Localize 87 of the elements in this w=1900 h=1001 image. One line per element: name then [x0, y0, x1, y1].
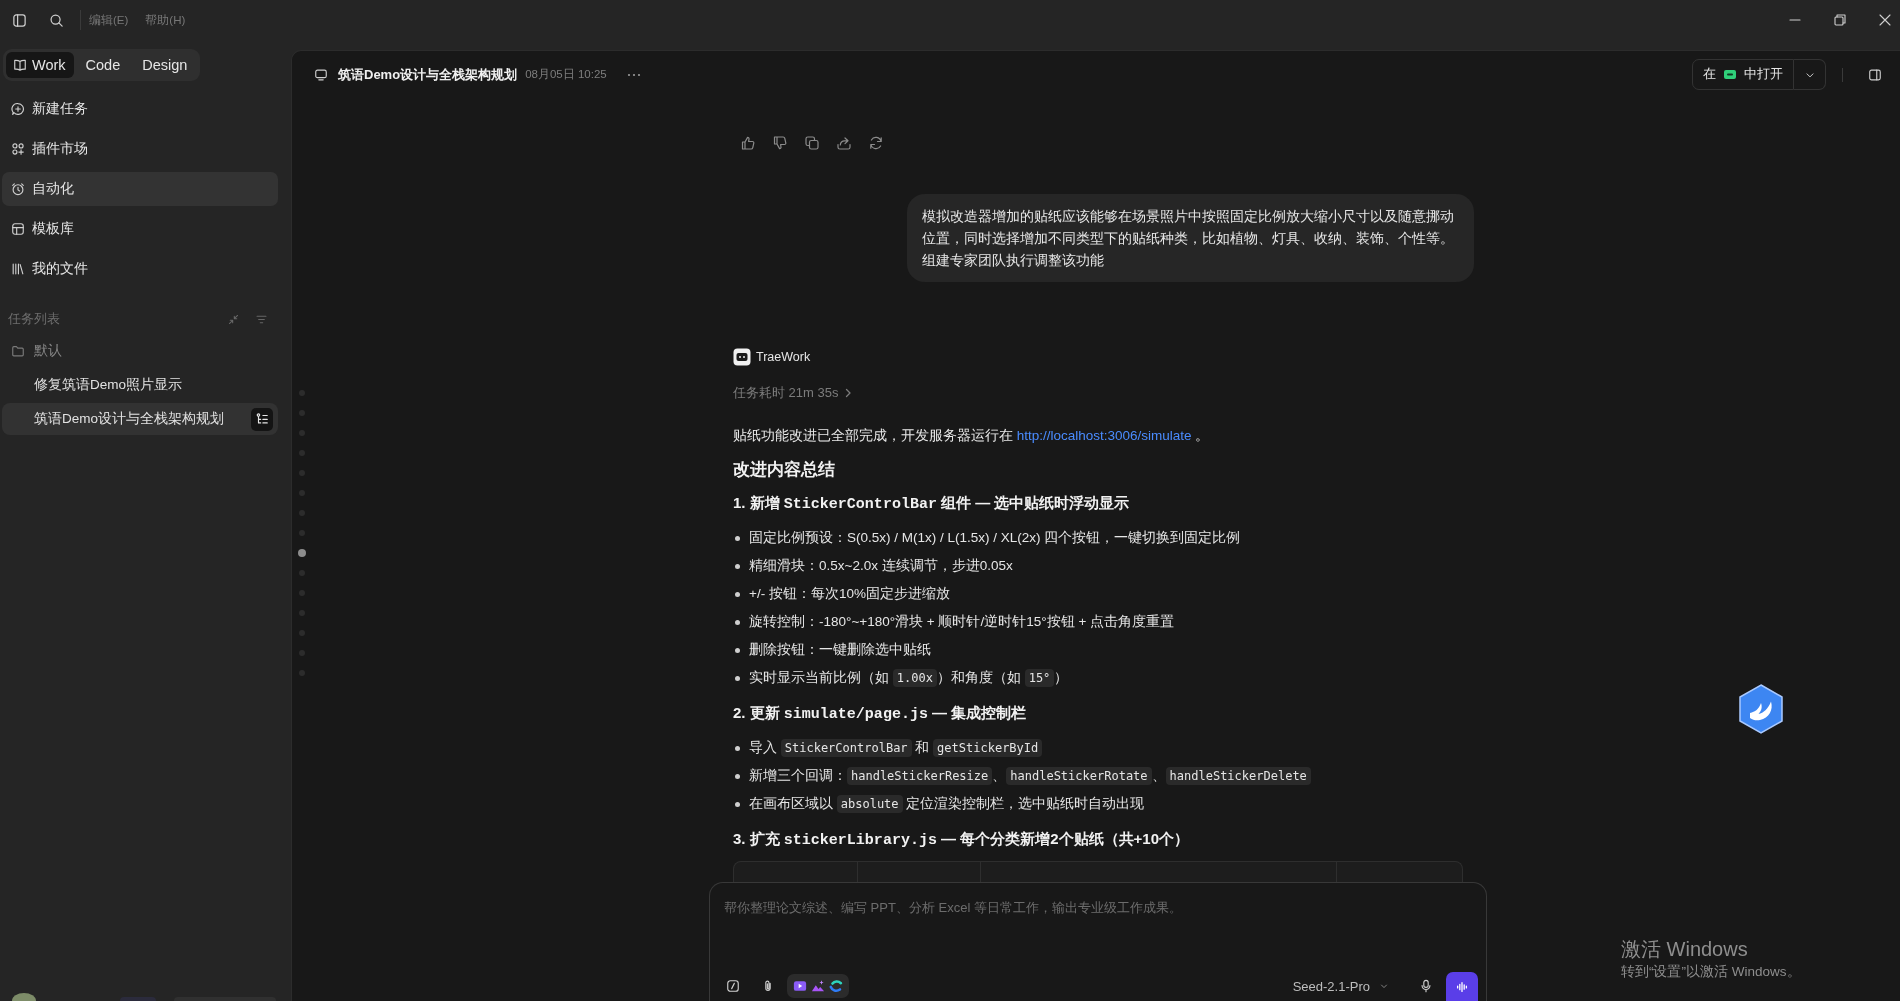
task-duration-toggle[interactable]: 任务耗时 21m 35s: [733, 384, 853, 402]
user-message-text: 组建专家团队执行调整该功能: [922, 251, 1105, 270]
bullet-icon: [735, 647, 740, 653]
intro-text: 贴纸功能改进已全部完成，开发服务器运行在 http://localhost:3006/simulate 。: [733, 427, 1211, 445]
bullet-text: 固定比例预设：S(0.5x) / M(1x) / L(1.5x) / XL(2x) 四个按钮，一键切换到固定比例: [749, 529, 1241, 547]
outline-button[interactable]: [251, 407, 273, 431]
activation-subtitle: 转到“设置”以激活 Windows。: [1621, 963, 1801, 981]
tree-list-icon: [255, 412, 269, 426]
slash-command-icon[interactable]: [726, 979, 740, 993]
collapse-icon[interactable]: [227, 312, 240, 326]
message-input[interactable]: 帮你整理论文综述、编写 PPT、分析 Excel 等日常工作，输出专业级工作成果。: [724, 898, 1472, 971]
bullet-icon: [735, 535, 740, 541]
nav-item[interactable]: 模板库: [2, 212, 278, 246]
mode-tab[interactable]: Design: [132, 52, 198, 78]
summary-heading: 改进内容总结: [733, 459, 836, 480]
chevron-right-icon: [844, 388, 853, 398]
panel-toggle-icon[interactable]: [1868, 67, 1882, 82]
menu-item[interactable]: 编辑(E): [89, 12, 129, 28]
section-heading: 3. 扩充 stickerLibrary.js — 每个分类新增2个贴纸（共+10个）: [733, 829, 1190, 851]
microphone-icon[interactable]: [1419, 979, 1433, 993]
nav-item[interactable]: 插件市场: [2, 132, 278, 166]
nav-item[interactable]: 新建任务: [2, 92, 278, 126]
search-icon[interactable]: [49, 12, 64, 28]
sound-wave-icon: [1455, 979, 1469, 994]
bullet-text: +/- 按钮：每次10%固定步进缩放: [749, 585, 950, 603]
agent-name: TraeWork: [756, 350, 811, 364]
bullet-icon: [735, 801, 740, 807]
bullet-text: 实时显示当前比例（如 1.00x ）和角度（如 15° ）: [749, 669, 1069, 687]
open-in-button[interactable]: 在 中打开: [1692, 59, 1794, 90]
bullet-icon: [735, 591, 740, 597]
avatar-icon[interactable]: [12, 993, 36, 1001]
thumbs-up-icon[interactable]: [740, 135, 756, 151]
chat-plus-icon: [11, 102, 25, 116]
section-heading: 1. 新增 StickerControlBar 组件 — 选中贴纸时浮动显示: [733, 493, 1131, 515]
robot-icon: [733, 348, 751, 366]
bullet-text: 旋转控制：-180°~+180°滑块 + 顺时针/逆时针15°按钮 + 点击角度重置: [749, 613, 1175, 631]
copy-icon[interactable]: [804, 135, 820, 151]
close-icon[interactable]: [1879, 14, 1891, 26]
terminal-icon: [1724, 70, 1736, 79]
monitor-icon: [314, 67, 328, 82]
restore-icon[interactable]: [1834, 14, 1846, 26]
bullet-icon: [735, 675, 740, 681]
bullet-icon: [735, 619, 740, 625]
bullet-icon: [735, 745, 740, 751]
refresh-icon[interactable]: [868, 135, 884, 151]
conversation-date: 08月05日 10:25: [525, 67, 607, 82]
section-heading: 2. 更新 simulate/page.js — 集成控制栏: [733, 703, 1028, 725]
mode-tab[interactable]: Work: [6, 52, 74, 78]
video-icon[interactable]: [793, 979, 807, 993]
image-icon[interactable]: [811, 979, 825, 993]
bullet-text: 在画布区域以 absolute 定位渲染控制栏，选中贴纸时自动出现: [749, 795, 1145, 813]
thumbs-down-icon[interactable]: [772, 135, 788, 151]
bullet-icon: [735, 773, 740, 779]
message-nav-dot[interactable]: [298, 549, 306, 557]
layout-icon: [11, 222, 25, 236]
swirl-icon[interactable]: [829, 979, 843, 993]
share-icon[interactable]: [836, 135, 852, 151]
alarm-clock-icon: [11, 182, 25, 196]
hexagon-logo-icon[interactable]: [1737, 683, 1785, 735]
bullet-text: 导入 StickerControlBar 和 getStickerById: [749, 739, 1043, 757]
nav-item[interactable]: 自动化: [2, 172, 278, 206]
folder-icon: [11, 344, 25, 358]
mode-tab[interactable]: Code: [75, 52, 131, 78]
books-icon: [11, 262, 25, 276]
conversation-title: 筑语Demo设计与全栈架构规划: [338, 65, 518, 84]
task-item[interactable]: 修复筑语Demo照片显示: [2, 369, 278, 401]
task-item[interactable]: 筑语Demo设计与全栈架构规划: [2, 403, 278, 435]
grid-plus-icon: [11, 142, 25, 156]
model-selector[interactable]: Seed-2.1-Pro: [1292, 978, 1389, 994]
activation-title: 激活 Windows: [1621, 937, 1749, 961]
more-icon[interactable]: [626, 72, 641, 77]
bullet-text: 删除按钮：一键删除选中贴纸: [749, 641, 931, 659]
bullet-text: 新增三个回调： handleStickerResize 、 handleStickerRotate 、 handleStickerDelete: [749, 767, 1311, 785]
chat-input-field[interactable]: 帮你整理论文综述、编写 PPT、分析 Excel 等日常工作，输出专业级工作成果。 Seed-2.1-Pro: [709, 882, 1487, 1001]
book-icon: [13, 58, 27, 72]
chevron-down-icon: [1379, 981, 1389, 991]
nav-item[interactable]: 我的文件: [2, 252, 278, 286]
sidebar-toggle-icon[interactable]: [12, 12, 27, 28]
menu-item[interactable]: 帮助(H): [145, 12, 186, 28]
link[interactable]: http://localhost:3006/simulate: [1016, 428, 1192, 443]
bullet-text: 精细滑块：0.5x~2.0x 连续调节，步进0.05x: [749, 557, 1013, 575]
folder-item[interactable]: 默认: [2, 337, 278, 365]
bullet-icon: [735, 563, 740, 569]
app-shortcuts[interactable]: [787, 974, 849, 998]
section-title: 任务列表: [8, 310, 60, 328]
user-message-text: 模拟改造器增加的贴纸应该能够在场景照片中按照固定比例放大缩小尺寸以及随意挪动位置，同时选择增加不同类型下的贴纸种类，比如植物、灯具、收纳、装饰、个性等。: [922, 207, 1454, 248]
voice-send-button[interactable]: [1446, 972, 1478, 1001]
